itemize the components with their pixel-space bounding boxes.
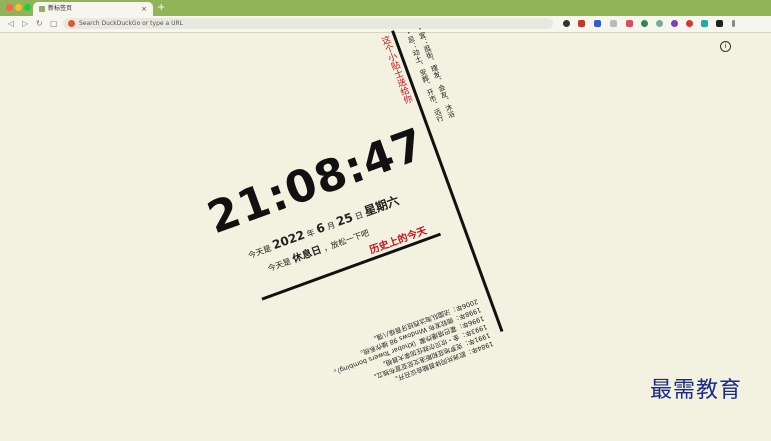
toolbar: ◁ ▷ ↻ ▢ Search DuckDuckGo or type a URL: [0, 16, 771, 33]
rest-prefix: 今天是: [266, 256, 293, 274]
chat-extension-icon[interactable]: [641, 20, 648, 27]
date-day: 25: [334, 210, 355, 229]
close-window-button[interactable]: [6, 4, 13, 11]
date-year-unit: 年: [305, 227, 317, 239]
info-icon[interactable]: i: [720, 41, 731, 52]
date-weekday: 星期六: [362, 193, 401, 219]
v-extension-icon[interactable]: [594, 20, 601, 27]
tab-new-tab[interactable]: 新标签页 ×: [33, 2, 153, 16]
menu-icon[interactable]: [732, 20, 735, 27]
date-day-unit: 日: [353, 210, 365, 222]
minimize-window-button[interactable]: [15, 4, 22, 11]
forward-icon[interactable]: ▷: [22, 18, 28, 30]
duckduckgo-icon: [68, 20, 75, 27]
tip-list: ・宜：逛街、理发、会友、沐浴 ・忌：动土、安葬、开市、远行: [403, 24, 456, 123]
date-month-unit: 月: [325, 220, 337, 232]
arrow-extension-icon[interactable]: [701, 20, 708, 27]
tab-bar: 新标签页 × +: [0, 0, 771, 16]
history-list: 1984年：欧洲共同体首脑会议召开。 1991年：克罗地亚和斯洛文尼亚宣布独立。…: [288, 296, 494, 415]
shield-extension-icon[interactable]: [563, 20, 570, 27]
pocket-extension-icon[interactable]: [626, 20, 633, 27]
face-extension-icon[interactable]: [686, 20, 693, 27]
tab-title: 新标签页: [48, 5, 73, 12]
watermark-logo: 最需教育: [650, 378, 743, 403]
divider-vertical: [391, 30, 504, 332]
bookmark-icon[interactable]: ▢: [50, 18, 58, 30]
maximize-window-button[interactable]: [24, 4, 31, 11]
new-tab-button[interactable]: +: [157, 1, 165, 15]
address-placeholder: Search DuckDuckGo or type a URL: [79, 20, 183, 27]
purple-extension-icon[interactable]: [671, 20, 678, 27]
address-bar[interactable]: Search DuckDuckGo or type a URL: [63, 18, 553, 29]
puzzle-extension-icon[interactable]: [716, 20, 723, 27]
back-icon[interactable]: ◁: [8, 18, 14, 30]
warning-extension-icon[interactable]: [578, 20, 585, 27]
tab-close-icon[interactable]: ×: [141, 3, 147, 15]
list-extension-icon[interactable]: [610, 20, 617, 27]
tab-favicon-icon: [39, 6, 45, 12]
reload-icon[interactable]: ↻: [36, 18, 43, 30]
rest-day: 休息日: [291, 244, 324, 266]
globe-extension-icon[interactable]: [656, 20, 663, 27]
clock-panel: 21:08:47 今天是 2022 年 6 月 25 日 星期六 今天是 休息日…: [187, 24, 562, 440]
